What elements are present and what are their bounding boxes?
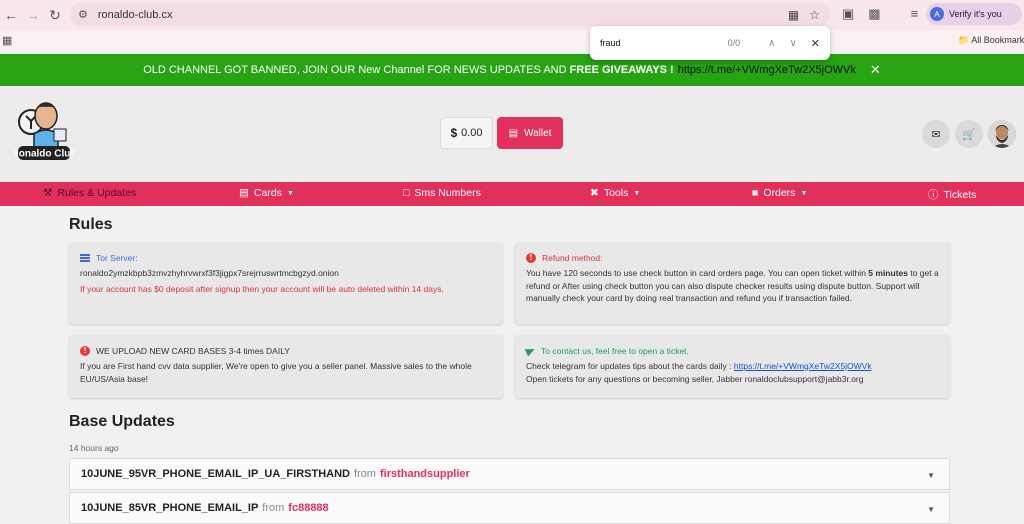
nav-rules[interactable]: ⚒ Rules & Updates: [43, 187, 136, 199]
contact-telegram-line: Check telegram for updates tips about th…: [526, 360, 872, 371]
time-ago: 14 hours ago: [69, 443, 119, 453]
envelope-icon: ✉: [931, 128, 941, 141]
nav-tools[interactable]: ✖ Tools ▼: [590, 187, 640, 199]
hammer-icon: ⚒: [43, 187, 53, 199]
from-word: from: [262, 502, 285, 514]
telegram-link[interactable]: https://t.me/+VWmgXeTw2X5jOWVk: [734, 361, 872, 371]
box-icon: ■: [752, 187, 759, 199]
back-icon[interactable]: ←: [0, 4, 22, 26]
wallet-icon: ▤: [508, 127, 519, 139]
site-header: Ronaldo Club $ 0.00 ▤ Wallet ✉ 🛒: [0, 86, 1024, 182]
find-count: 0/0: [727, 38, 741, 48]
extension-icon[interactable]: ▣: [842, 6, 854, 22]
find-bar: fraud 0/0 ∧ ∨ ✕: [590, 26, 830, 60]
bases-text: If you are First hand cvv data supplier,…: [80, 360, 472, 384]
nav-rules-label: Rules & Updates: [57, 187, 137, 199]
alert-icon: !: [80, 346, 90, 357]
nav-tools-label: Tools: [603, 187, 629, 199]
chevron-down-icon: ▼: [927, 471, 935, 480]
card-bases-card: ! WE UPLOAD NEW CARD BASES 3-4 times DAI…: [69, 335, 503, 398]
chevron-down-icon: ▼: [927, 505, 935, 514]
reload-icon[interactable]: ↻: [44, 4, 66, 26]
tor-label: Tor Server:: [96, 253, 138, 263]
contact-card: To contact us, feel free to open a ticke…: [515, 335, 950, 398]
seller-name: firsthandsupplier: [379, 468, 470, 480]
tools-icon: ✖: [590, 187, 599, 199]
telegram-icon: [524, 345, 537, 357]
table-row[interactable]: 10JUNE_85VR_PHONE_EMAIL_IP from fc88888 …: [69, 492, 950, 524]
all-bookmarks[interactable]: 📁 All Bookmarks: [958, 35, 1024, 46]
cart-button[interactable]: 🛒: [955, 120, 983, 148]
logo-text: Ronaldo Club: [14, 149, 74, 160]
find-close-icon[interactable]: ✕: [811, 37, 820, 50]
seller-name: fc88888: [288, 502, 329, 514]
nav-cards[interactable]: ▤ Cards ▼: [239, 187, 294, 199]
base-name: 10JUNE_85VR_PHONE_EMAIL_IP: [81, 502, 259, 514]
tor-address[interactable]: ronaldo2ymzkbpb3zmvzhyhrvwrxf3f3jigpx7sr…: [80, 267, 492, 280]
page-action-icon[interactable]: ▦: [788, 8, 799, 22]
announcement-text: OLD CHANNEL GOT BANNED, JOIN OUR New Cha…: [143, 64, 567, 76]
chat-icon: □: [403, 187, 410, 199]
avatar[interactable]: [988, 120, 1016, 148]
balance-currency: $: [450, 126, 458, 140]
nav-cards-label: Cards: [253, 187, 282, 199]
messages-button[interactable]: ✉: [922, 120, 950, 148]
nav-tickets-label: Tickets: [943, 188, 977, 201]
bookmark-star-icon[interactable]: ☆: [809, 8, 820, 22]
deposit-warning: If your account has $0 deposit after sig…: [80, 283, 444, 294]
announcement-banner: OLD CHANNEL GOT BANNED, JOIN OUR New Cha…: [0, 54, 1024, 86]
server-icon: [80, 253, 90, 263]
find-prev-icon[interactable]: ∧: [768, 38, 775, 49]
refund-text: You have 120 seconds to use check button…: [526, 267, 939, 304]
forward-icon[interactable]: →: [22, 4, 44, 26]
help-circle-icon: ⓘ: [928, 189, 939, 201]
nav-sms[interactable]: □ Sms Numbers: [403, 187, 481, 199]
reading-list-icon[interactable]: ≡: [911, 6, 919, 22]
nav-orders-label: Orders: [763, 187, 796, 199]
tor-server-card: Tor Server: ronaldo2ymzkbpb3zmvzhyhrvwrx…: [69, 242, 503, 324]
url-text: ronaldo-club.cx: [97, 8, 173, 21]
refund-card: ! Refund method: You have 120 seconds to…: [515, 242, 950, 324]
profile-icon: A: [930, 7, 944, 21]
rules-title: Rules: [69, 216, 113, 233]
find-input[interactable]: fraud: [600, 38, 728, 48]
announcement-link[interactable]: https://t.me/+VWmgXeTw2X5jOWVk: [678, 64, 856, 76]
nav-tickets[interactable]: ⓘ Tickets: [928, 187, 976, 202]
bases-label: WE UPLOAD NEW CARD BASES 3-4 times DAILY: [96, 346, 290, 356]
close-icon[interactable]: ✕: [870, 62, 881, 78]
main-nav: ⚒ Rules & Updates ▤ Cards ▼ □ Sms Number…: [0, 182, 1024, 206]
find-next-icon[interactable]: ∨: [789, 38, 796, 49]
base-name: 10JUNE_95VR_PHONE_EMAIL_IP_UA_FIRSTHAND: [81, 468, 350, 480]
site-logo[interactable]: Ronaldo Club: [12, 94, 77, 170]
site-info-icon[interactable]: ⚙: [78, 8, 88, 21]
apps-grid-icon[interactable]: ▦: [2, 34, 12, 47]
chevron-down-icon: ▼: [633, 189, 641, 197]
from-word: from: [353, 468, 376, 480]
refund-label: Refund method:: [542, 253, 603, 263]
nav-orders[interactable]: ■ Orders ▼: [752, 187, 807, 199]
bookmarks-bar: ▦ 📁 All Bookmarks: [0, 30, 1024, 52]
card-icon: ▤: [239, 187, 249, 199]
contact-jabber-text: Open tickets for any questions or becomi…: [526, 373, 864, 384]
user-avatar-icon: [988, 120, 1016, 148]
verify-label: Verify it's you: [949, 9, 1002, 19]
contact-label: To contact us, feel free to open a ticke…: [541, 346, 689, 356]
alert-icon: !: [526, 253, 536, 264]
table-row[interactable]: 10JUNE_95VR_PHONE_EMAIL_IP_UA_FIRSTHAND …: [69, 458, 950, 490]
balance-display: $ 0.00: [440, 117, 493, 149]
chevron-down-icon: ▼: [800, 189, 808, 197]
nav-sms-label: Sms Numbers: [414, 187, 481, 199]
puzzle-icon[interactable]: ▩: [868, 6, 880, 22]
balance-value: 0.00: [461, 127, 483, 139]
wallet-button[interactable]: ▤ Wallet: [497, 117, 563, 149]
address-bar[interactable]: ⚙ ronaldo-club.cx ▦ ☆: [70, 3, 830, 26]
verify-button[interactable]: A Verify it's you: [926, 3, 1022, 25]
cart-icon: 🛒: [962, 128, 976, 141]
logo-mascot-icon: Ronaldo Club: [12, 102, 77, 160]
chevron-down-icon: ▼: [286, 189, 294, 197]
announcement-bold: FREE GIVEAWAYS !: [569, 64, 674, 76]
base-updates-title: Base Updates: [69, 413, 175, 430]
wallet-label: Wallet: [524, 127, 552, 139]
